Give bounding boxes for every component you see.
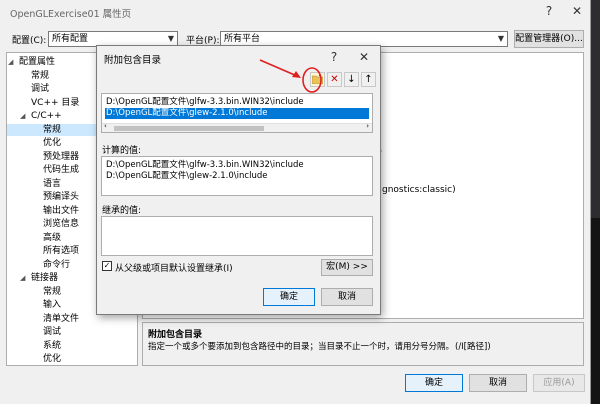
dialog-ok-button[interactable]: 确定: [263, 288, 315, 306]
expand-icon[interactable]: ◢: [20, 110, 25, 122]
include-dirs-dialog: 附加包含目录 ? ✕ ✕ ↓ ↑ D:\OpenGL配置文件\glfw-3.3.…: [96, 45, 381, 315]
dialog-close-button[interactable]: ✕: [353, 48, 375, 66]
scroll-right-icon[interactable]: ›: [366, 122, 369, 130]
tree-item-label: 常规: [43, 124, 62, 135]
description-switch: (/I[路径]): [455, 342, 491, 352]
tree-item-label: 优化: [43, 138, 62, 148]
tree-item[interactable]: 优化: [7, 353, 137, 365]
window-title: OpenGLExercise01 属性页: [10, 9, 132, 20]
tree-item-label: 命令行: [43, 259, 71, 270]
config-manager-button[interactable]: 配置管理器(O)...: [514, 30, 584, 48]
delete-icon: ✕: [330, 74, 339, 85]
computed-value: D:\OpenGL配置文件\glfw-3.3.bin.WIN32\include: [106, 160, 304, 170]
tree-item-label: 调试: [43, 327, 62, 337]
inherit-checkbox[interactable]: ✓: [102, 261, 112, 271]
chevron-down-icon: ▼: [167, 34, 174, 43]
tree-item-label: 所有选项: [43, 246, 80, 256]
property-value-fragment: gnostics:classic): [382, 185, 456, 195]
help-button[interactable]: ?: [538, 2, 560, 20]
tree-item-label: 浏览信息: [43, 219, 80, 229]
background-editor-dark: [591, 218, 600, 404]
tree-item-label: VC++ 目录: [31, 97, 80, 108]
tree-item-label: 代码生成: [43, 165, 80, 175]
move-down-icon: ↓: [347, 74, 356, 85]
tree-item-label: 优化: [43, 354, 62, 364]
config-value: 所有配置: [52, 34, 89, 44]
tree-item-label: 调试: [31, 84, 50, 94]
expand-icon[interactable]: ◢: [8, 56, 13, 68]
ok-button[interactable]: 确定: [405, 374, 463, 392]
tree-item-label: 清单文件: [43, 313, 80, 324]
dialog-cancel-button[interactable]: 取消: [321, 288, 373, 306]
expand-icon[interactable]: ◢: [20, 272, 25, 284]
chevron-down-icon: ▼: [497, 34, 504, 43]
description-text: 指定一个或多个要添加到包含路径中的目录；当目录不止一个时，请用分号分隔。: [148, 342, 455, 352]
tree-item-label: 链接器: [31, 273, 59, 283]
platform-value: 所有平台: [224, 34, 261, 44]
tree-item[interactable]: 系统: [7, 340, 137, 352]
tree-item-label: 输出文件: [43, 205, 80, 216]
annotation-arrow-icon: [259, 59, 322, 93]
inherited-label: 继承的值:: [102, 206, 142, 216]
tree-item-label: 预编译头: [43, 192, 80, 202]
apply-button[interactable]: 应用(A): [533, 374, 585, 392]
scroll-left-icon[interactable]: ‹: [104, 122, 107, 130]
tree-item-label: C/C++: [31, 111, 62, 121]
directory-list[interactable]: D:\OpenGL配置文件\glfw-3.3.bin.WIN32\include…: [101, 93, 373, 133]
delete-button[interactable]: ✕: [327, 72, 342, 87]
computed-values-box: D:\OpenGL配置文件\glfw-3.3.bin.WIN32\include…: [101, 156, 373, 196]
tree-item-label: 配置属性: [19, 57, 56, 67]
tree-item-label: 语言: [43, 178, 62, 189]
tree-item-label: 常规: [43, 286, 62, 297]
close-button[interactable]: ✕: [566, 2, 588, 20]
horizontal-scrollbar[interactable]: ‹ ›: [102, 122, 372, 132]
description-title: 附加包含目录: [148, 330, 203, 340]
directory-entry[interactable]: D:\OpenGL配置文件\glew-2.1.0\include: [105, 108, 369, 119]
move-up-icon: ↑: [364, 74, 373, 85]
macro-button[interactable]: 宏(M) >>: [321, 259, 373, 276]
tree-item-label: 输入: [43, 300, 62, 310]
tree-item-label: 高级: [43, 232, 62, 243]
inherit-checkbox-label: 从父级或项目默认设置继承(I): [115, 264, 233, 274]
cancel-button[interactable]: 取消: [469, 374, 527, 392]
check-icon: ✓: [103, 261, 111, 270]
computed-label: 计算的值:: [102, 146, 142, 156]
computed-value: D:\OpenGL配置文件\glew-2.1.0\include: [106, 171, 268, 181]
description-box: 附加包含目录 指定一个或多个要添加到包含路径中的目录；当目录不止一个时，请用分号…: [142, 322, 584, 366]
tree-item-label: 系统: [43, 340, 62, 351]
move-up-button[interactable]: ↑: [361, 72, 376, 87]
directory-entry[interactable]: D:\OpenGL配置文件\glfw-3.3.bin.WIN32\include: [105, 97, 369, 108]
config-label: 配置(C):: [12, 36, 47, 46]
move-down-button[interactable]: ↓: [344, 72, 359, 87]
tree-item[interactable]: 调试: [7, 326, 137, 338]
tree-item-label: 预处理器: [43, 151, 80, 162]
inherited-values-box: [101, 216, 373, 256]
scrollbar-thumb[interactable]: [114, 126, 264, 131]
tree-item-label: 常规: [31, 70, 50, 81]
dialog-title: 附加包含目录: [104, 55, 162, 66]
